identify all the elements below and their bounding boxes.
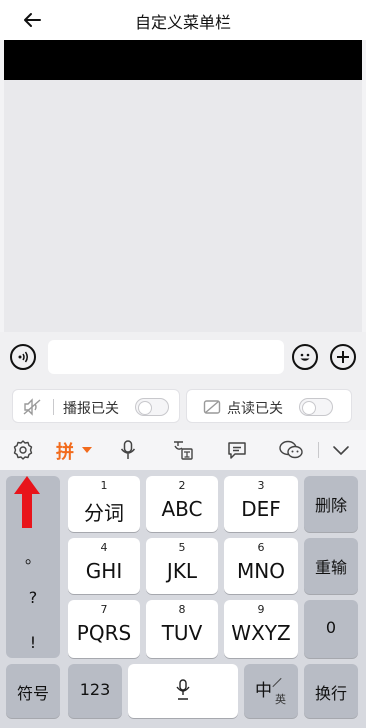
microphone-icon[interactable] [115, 437, 141, 463]
broadcast-toggle[interactable]: 播报已关 [12, 389, 180, 423]
punct-exclaim[interactable]: ! [6, 633, 60, 652]
reading-off-icon [203, 400, 221, 414]
key-0[interactable]: 0 [304, 600, 358, 658]
microphone-icon [176, 679, 190, 700]
divider [53, 399, 54, 415]
space-key[interactable] [128, 664, 238, 718]
key-4[interactable]: 4 GHI [68, 538, 140, 594]
red-arrow-annotation [14, 476, 40, 528]
caret-down-icon[interactable] [82, 447, 92, 453]
message-icon[interactable] [224, 437, 250, 463]
lang-slash [272, 677, 282, 688]
read-aloud-label: 点读已关 [227, 401, 283, 417]
numbers-key[interactable]: 123 [68, 664, 122, 718]
broadcast-label: 播报已关 [63, 401, 119, 417]
ime-mode-label[interactable]: 拼 [56, 438, 74, 464]
message-input[interactable] [48, 340, 284, 374]
delete-key[interactable]: 删除 [304, 476, 358, 532]
punct-period[interactable]: 。 [6, 544, 60, 568]
key-3[interactable]: 3 DEF [224, 476, 298, 532]
translate-icon[interactable] [170, 437, 196, 463]
content-area [4, 80, 362, 332]
ime-toolbar: 拼 [0, 430, 366, 470]
plus-circle-icon[interactable] [330, 344, 356, 370]
key-9[interactable]: 9 WXYZ [224, 600, 298, 658]
language-switch-key[interactable]: 中 英 [244, 664, 298, 718]
symbols-key[interactable]: 符号 [6, 664, 60, 718]
reenter-key[interactable]: 重输 [304, 538, 358, 594]
sound-wave-icon[interactable] [10, 344, 36, 370]
gear-icon[interactable] [10, 437, 36, 463]
screen: 自定义菜单栏 播报已关 点读已关 拼 。 ? ! 1 分词 2 ABC 3 DE… [0, 0, 366, 728]
keyboard: 。 ? ! 1 分词 2 ABC 3 DEF 删除 4 GHI 5 JKL 6 … [0, 470, 366, 728]
emoji-icon[interactable] [292, 344, 318, 370]
key-2[interactable]: 2 ABC [146, 476, 218, 532]
key-5[interactable]: 5 JKL [146, 538, 218, 594]
page-title: 自定义菜单栏 [134, 13, 231, 32]
key-7[interactable]: 7 PQRS [68, 600, 140, 658]
read-aloud-switch[interactable] [299, 398, 333, 416]
toggle-row: 播报已关 点读已关 [0, 382, 366, 430]
broadcast-switch[interactable] [135, 398, 169, 416]
read-aloud-toggle[interactable]: 点读已关 [186, 389, 352, 423]
toolbar-divider [318, 442, 319, 458]
key-6[interactable]: 6 MNO [224, 538, 298, 594]
key-8[interactable]: 8 TUV [146, 600, 218, 658]
key-1[interactable]: 1 分词 [68, 476, 140, 532]
wechat-icon[interactable] [278, 437, 304, 463]
speaker-mute-icon [23, 398, 41, 416]
enter-key[interactable]: 换行 [304, 664, 358, 718]
punct-question[interactable]: ? [6, 588, 60, 607]
header: 自定义菜单栏 [0, 0, 366, 40]
input-row [0, 332, 366, 382]
chevron-down-icon[interactable] [328, 437, 354, 463]
black-bar [4, 40, 362, 80]
